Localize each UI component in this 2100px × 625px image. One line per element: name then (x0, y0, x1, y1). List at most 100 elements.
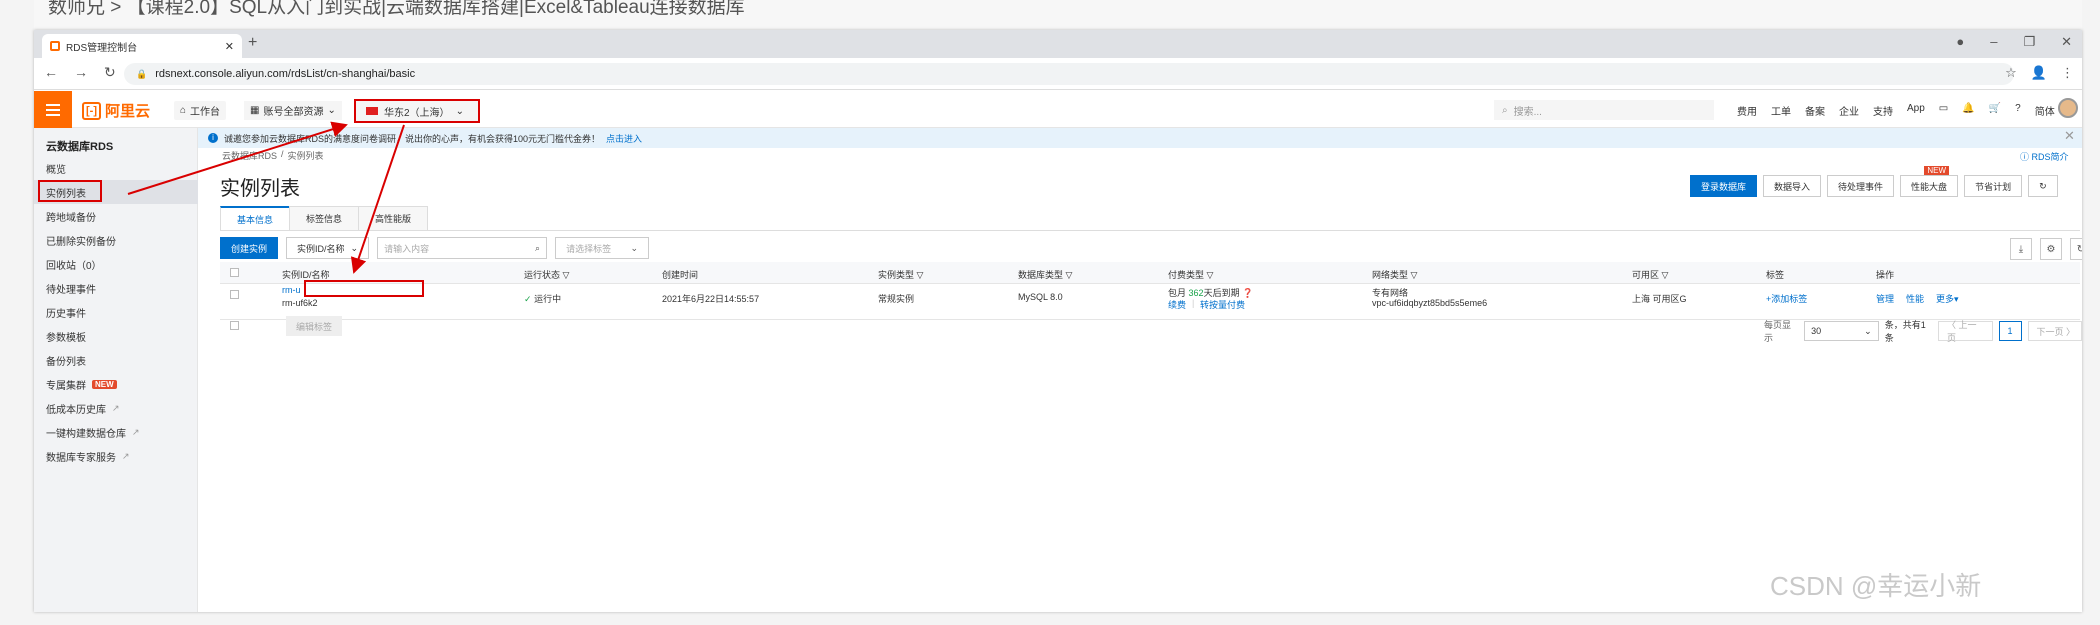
tab-tag-info[interactable]: 标签信息 (289, 206, 360, 230)
background-right-margin (2082, 0, 2100, 625)
vpc-id: vpc-uf6idqbyzt85bd5s5eme6 (1372, 298, 1488, 308)
col-status[interactable]: 运行状态 ▽ (524, 268, 569, 281)
background-page-title: 数师兄 > 【课程2.0】SQL从入门到实战|云端数据库搭建|Excel&Tab… (48, 0, 745, 18)
performance-dashboard-button[interactable]: 性能大盘 NEW (1900, 166, 1959, 197)
language-switch[interactable]: 简体 (2035, 103, 2055, 118)
filter-funnel-icon[interactable]: ▽ (917, 270, 924, 280)
col-instance-type-label: 实例类型 (878, 270, 915, 280)
terminal-icon[interactable]: ▭ (1939, 103, 1948, 118)
row-checkbox[interactable] (230, 290, 239, 299)
top-link-ticket[interactable]: 工单 (1771, 103, 1791, 118)
pending-events-button[interactable]: 待处理事件 (1827, 175, 1895, 197)
savings-plan-button[interactable]: 节省计划 (1964, 175, 2023, 197)
top-link-support[interactable]: 支持 (1873, 103, 1893, 118)
cart-icon[interactable]: 🛒 (1989, 103, 2001, 118)
close-notice-icon[interactable]: ✕ (2064, 128, 2075, 144)
download-icon[interactable]: ⤓ (2010, 238, 2032, 260)
convert-to-payg-link[interactable]: 转按量付费 (1200, 298, 1245, 311)
bell-icon[interactable]: 🔔 (1962, 103, 1974, 118)
filter-placeholder: 请输入内容 (384, 243, 430, 254)
footer-select-all-checkbox[interactable] (230, 321, 239, 330)
hamburger-menu-icon[interactable] (34, 91, 72, 128)
breadcrumb-rds[interactable]: 云数据库RDS (222, 149, 277, 162)
filter-funnel-icon[interactable]: ▽ (1066, 270, 1073, 280)
per-page-select[interactable]: 30 ⌄ (1804, 321, 1879, 341)
rds-intro-link[interactable]: ⓘ RDS简介 (2020, 150, 2069, 163)
sidebar-item-history-events[interactable]: 历史事件 (34, 300, 198, 324)
sidebar-item-expert-service[interactable]: 数据库专家服务 ↗ (34, 444, 198, 468)
create-instance-button[interactable]: 创建实例 (220, 237, 279, 259)
console-search-input[interactable]: ⌕ 搜索... (1494, 100, 1714, 120)
top-link-enterprise[interactable]: 企业 (1839, 103, 1859, 118)
col-zone[interactable]: 可用区 ▽ (1632, 268, 1668, 281)
account-resources-dropdown[interactable]: ▦ 账号全部资源 ⌄ (244, 101, 342, 120)
sidebar-item-param-templates[interactable]: 参数模板 (34, 324, 198, 348)
tag-select[interactable]: 请选择标签 ⌄ (555, 237, 650, 259)
aliyun-logo-mark-icon: [-] (82, 101, 101, 120)
sidebar-item-overview[interactable]: 概览 (34, 156, 198, 180)
manage-link[interactable]: 管理 (1876, 292, 1894, 305)
total-count: 条，共有1条 (1884, 320, 1926, 343)
data-import-button[interactable]: 数据导入 (1763, 175, 1822, 197)
search-icon[interactable]: ⌕ (535, 243, 540, 254)
login-database-button[interactable]: 登录数据库 (1690, 175, 1758, 197)
col-db-type[interactable]: 数据库类型 ▽ (1018, 268, 1072, 281)
sidebar-item-pending-events[interactable]: 待处理事件 (34, 276, 198, 300)
refresh-icon[interactable]: ↻ (2070, 238, 2082, 260)
pay-suffix: 天后到期 (1203, 288, 1240, 298)
notice-link[interactable]: 点击进入 (606, 132, 642, 145)
chevron-down-icon: ⌄ (630, 242, 639, 253)
instance-id-link[interactable]: rm-u (282, 285, 301, 295)
aliyun-logo[interactable]: [-] 阿里云 (82, 100, 150, 121)
per-page-value: 30 (1811, 326, 1822, 336)
refresh-button[interactable]: ↻ (2028, 175, 2058, 197)
col-pay-type[interactable]: 付费类型 ▽ (1168, 268, 1213, 281)
sidebar-item-low-cost-history[interactable]: 低成本历史库 ↗ (34, 396, 198, 420)
col-actions: 操作 (1876, 270, 1895, 280)
select-all-checkbox[interactable] (230, 268, 239, 277)
sidebar-item-dedicated-cluster[interactable]: 专属集群 NEW (34, 372, 198, 396)
col-instance-type[interactable]: 实例类型 ▽ (878, 268, 923, 281)
next-page-button[interactable]: 下一页 〉 (2027, 321, 2082, 341)
col-network[interactable]: 网络类型 ▽ (1372, 268, 1417, 281)
tab-high-performance[interactable]: 高性能版 (358, 206, 429, 230)
page-1-button[interactable]: 1 (1998, 321, 2022, 341)
filter-funnel-icon[interactable]: ▽ (563, 270, 570, 280)
add-tag-link[interactable]: +添加标签 (1766, 292, 1807, 305)
sidebar-item-data-warehouse[interactable]: 一键构建数据仓库 ↗ (34, 420, 198, 444)
performance-link[interactable]: 性能 (1906, 292, 1924, 305)
edit-tags-button[interactable]: 编辑标签 (286, 316, 343, 336)
workbench-button[interactable]: ⌂ 工作台 (174, 101, 227, 120)
breadcrumb-current: 实例列表 (287, 151, 324, 161)
chevron-down-icon: ⌄ (455, 105, 464, 117)
filter-search-input[interactable]: 请输入内容 ⌕ (377, 237, 548, 259)
filter-bar: 创建实例 实例ID/名称 ⌄ 请输入内容 ⌕ 请选择标签 ⌄ (220, 237, 650, 259)
sidebar-item-label: 待处理事件 (46, 284, 96, 296)
filter-field-select[interactable]: 实例ID/名称 ⌄ (286, 237, 370, 259)
help-icon[interactable]: ❓ (1242, 288, 1253, 298)
filter-funnel-icon[interactable]: ▽ (1207, 270, 1214, 280)
user-avatar[interactable] (2058, 98, 2078, 118)
top-link-fee[interactable]: 费用 (1737, 103, 1757, 118)
filter-funnel-icon[interactable]: ▽ (1411, 270, 1418, 280)
table-header (220, 262, 2080, 284)
chevron-down-icon: ⌄ (327, 105, 336, 116)
zone-cell: 上海 可用区G (1632, 294, 1687, 304)
filter-funnel-icon[interactable]: ▽ (1662, 270, 1669, 280)
tab-basic-info[interactable]: 基本信息 (220, 206, 291, 230)
top-link-app[interactable]: App (1907, 103, 1925, 118)
sidebar-item-backup-list[interactable]: 备份列表 (34, 348, 198, 372)
sidebar-item-cross-region-backup[interactable]: 跨地域备份 (34, 204, 198, 228)
new-badge: NEW (92, 379, 117, 389)
region-selector[interactable]: 华东2（上海） ⌄ (354, 99, 480, 123)
top-link-icp[interactable]: 备案 (1805, 103, 1825, 118)
help-icon[interactable]: ? (2015, 103, 2021, 118)
prev-page-button[interactable]: 〈 上一页 (1938, 320, 1993, 343)
sidebar-item-deleted-backups[interactable]: 已删除实例备份 (34, 228, 198, 252)
pagination: 每页显示 30 ⌄ 条，共有1条 〈 上一页 1 下一页 〉 (1764, 318, 2082, 344)
renew-link[interactable]: 续费 (1168, 298, 1186, 311)
more-dropdown[interactable]: 更多▾ (1936, 292, 1959, 305)
sidebar-item-recycle-bin[interactable]: 回收站（0） (34, 252, 198, 276)
settings-icon[interactable]: ⚙ (2040, 238, 2062, 260)
perf-label: 性能大盘 (1911, 181, 1948, 192)
